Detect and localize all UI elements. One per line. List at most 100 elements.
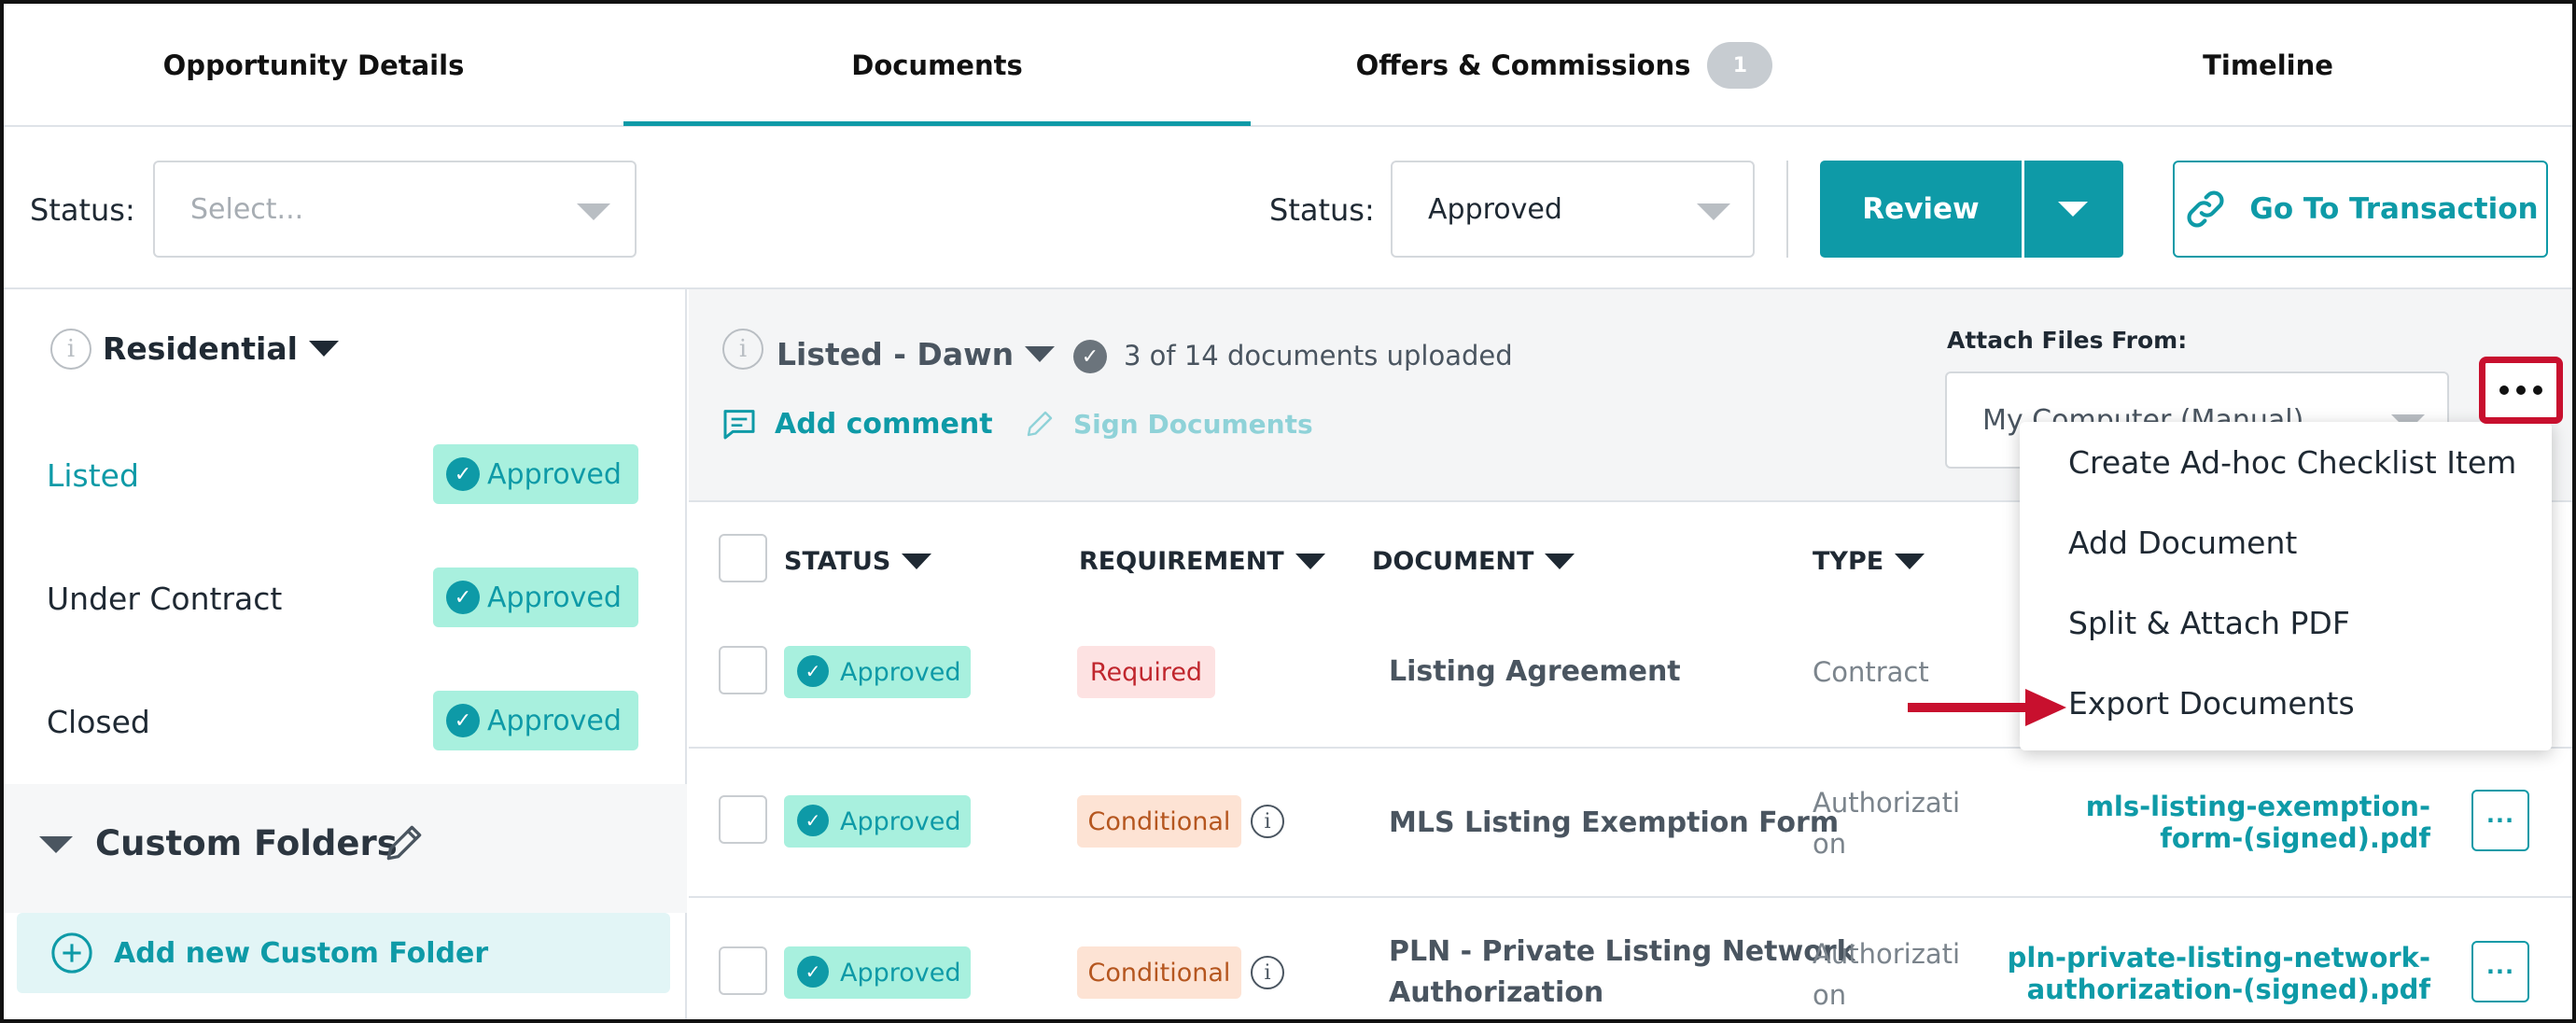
select-all-checkbox[interactable] <box>719 534 767 582</box>
document-name[interactable]: Listing Agreement <box>1389 652 1681 693</box>
upload-status: 3 of 14 documents uploaded <box>1124 340 1513 371</box>
check-circle-icon: ✓ <box>797 655 829 687</box>
folder-title: Listed - Dawn <box>777 336 1015 372</box>
tab-documents[interactable]: Documents <box>623 4 1251 127</box>
row-divider <box>689 896 2572 898</box>
comment-icon <box>723 410 755 440</box>
count-badge: 1 <box>1707 42 1773 89</box>
status-label: Approved <box>487 581 622 614</box>
sign-documents-label: Sign Documents <box>1073 408 1313 440</box>
requirement-badge: Required <box>1077 646 1215 698</box>
tab-label: Documents <box>851 49 1023 81</box>
go-to-transaction-button[interactable]: Go To Transaction <box>2173 161 2548 258</box>
pencil-icon[interactable] <box>381 820 427 866</box>
menu-item-export-documents[interactable]: Export Documents <box>2068 685 2355 722</box>
divider <box>1786 161 1788 258</box>
check-circle-icon: ✓ <box>446 581 480 614</box>
add-comment-button[interactable]: Add comment <box>721 405 993 442</box>
menu-item-split-attach[interactable]: Split & Attach PDF <box>2068 605 2350 641</box>
status-badge: ✓ Approved <box>433 691 638 750</box>
column-header-document[interactable]: DOCUMENT <box>1372 547 1575 576</box>
tab-bar: Opportunity Details Documents Offers & C… <box>4 4 2572 127</box>
column-header-type[interactable]: TYPE <box>1813 547 1925 576</box>
status-filter-label-2: Status: <box>1269 192 1375 228</box>
check-circle-icon: ✓ <box>446 457 480 491</box>
chevron-down-icon <box>2058 202 2088 217</box>
file-link-cont[interactable]: form-(signed).pdf <box>2020 820 2430 857</box>
column-header-requirement[interactable]: REQUIREMENT <box>1079 547 1325 576</box>
status-filter-select[interactable]: Select... <box>153 161 637 258</box>
column-header-status[interactable]: STATUS <box>784 547 932 576</box>
info-icon: i <box>722 329 763 370</box>
caret-down-icon <box>1545 554 1575 569</box>
folder-title-toggle[interactable]: Listed - Dawn <box>777 336 1056 372</box>
header-label: REQUIREMENT <box>1079 547 1284 576</box>
attach-files-label: Attach Files From: <box>1947 327 2188 354</box>
residential-group-toggle[interactable]: Residential <box>103 330 339 367</box>
status-label: Approved <box>840 958 961 988</box>
caret-down-icon <box>1025 346 1056 362</box>
chevron-down-icon <box>1697 203 1730 220</box>
add-custom-folder-button[interactable]: Add new Custom Folder <box>17 913 670 993</box>
dot <box>2499 385 2509 395</box>
check-circle-icon: ✓ <box>797 956 829 988</box>
info-icon: i <box>50 329 91 370</box>
tab-timeline[interactable]: Timeline <box>1878 4 2572 127</box>
app-window: Opportunity Details Documents Offers & C… <box>0 0 2576 1023</box>
more-actions-menu: Create Ad-hoc Checklist Item Add Documen… <box>2020 422 2552 750</box>
document-type: Authorizati <box>1813 787 1961 819</box>
status-label: Approved <box>487 457 622 491</box>
document-name[interactable]: PLN - Private Listing Network <box>1389 932 1855 973</box>
document-type: Authorizati <box>1813 938 1961 970</box>
document-type-cont: on <box>1813 979 1847 1011</box>
status-filter-select-2[interactable]: Approved <box>1391 161 1755 258</box>
status-badge: ✓ Approved <box>433 444 638 504</box>
tab-label: Offers & Commissions <box>1355 49 1691 81</box>
requirement-badge: Conditional <box>1077 795 1241 848</box>
chevron-down-icon <box>577 203 610 220</box>
document-type-cont: on <box>1813 828 1847 860</box>
dot <box>2533 385 2542 395</box>
header-label: TYPE <box>1813 547 1884 576</box>
plus-circle-icon <box>51 932 92 974</box>
menu-item-add-document[interactable]: Add Document <box>2068 525 2297 561</box>
check-circle-icon: ✓ <box>797 805 829 836</box>
info-icon[interactable]: i <box>1251 956 1284 989</box>
status-badge: ✓ Approved <box>784 646 971 698</box>
group-title: Residential <box>103 330 298 367</box>
row-more-button[interactable]: ··· <box>2471 941 2529 1002</box>
tab-label: Timeline <box>2203 49 2333 81</box>
file-link-cont[interactable]: authorization-(signed).pdf <box>1982 971 2430 1008</box>
sidebar-item-listed[interactable]: Listed <box>47 457 139 494</box>
review-button[interactable]: Review <box>1820 161 2022 258</box>
requirement-badge: Conditional <box>1077 946 1241 999</box>
sidebar-item-closed[interactable]: Closed <box>47 704 150 740</box>
caret-down-icon <box>39 836 73 853</box>
sidebar: i Residential Listed ✓ Approved Under Co… <box>4 289 687 1019</box>
row-more-button[interactable]: ··· <box>2471 790 2529 851</box>
header-label: STATUS <box>784 547 891 576</box>
sign-documents-button[interactable]: Sign Documents <box>1023 407 1313 441</box>
tab-opportunity-details[interactable]: Opportunity Details <box>4 4 623 127</box>
more-actions-button[interactable] <box>2479 357 2563 424</box>
caret-down-icon <box>902 554 932 569</box>
add-folder-label: Add new Custom Folder <box>114 936 489 970</box>
row-checkbox[interactable] <box>719 946 767 995</box>
go-to-transaction-label: Go To Transaction <box>2249 192 2539 226</box>
row-checkbox[interactable] <box>719 795 767 844</box>
tab-label: Opportunity Details <box>162 49 465 81</box>
custom-folders-header[interactable]: Custom Folders <box>4 784 687 913</box>
info-icon[interactable]: i <box>1251 805 1284 838</box>
select-value: Approved <box>1428 192 1562 226</box>
status-badge: ✓ Approved <box>784 795 971 848</box>
menu-item-create-adhoc[interactable]: Create Ad-hoc Checklist Item <box>2068 444 2516 481</box>
tab-offers-commissions[interactable]: Offers & Commissions 1 <box>1251 4 1878 127</box>
row-checkbox[interactable] <box>719 646 767 694</box>
caret-down-icon <box>308 341 339 357</box>
review-dropdown-button[interactable] <box>2024 161 2123 258</box>
sidebar-item-under-contract[interactable]: Under Contract <box>47 581 282 617</box>
document-name[interactable]: MLS Listing Exemption Form <box>1389 803 1839 844</box>
arrow-right-icon <box>1908 689 2066 726</box>
document-name-cont[interactable]: Authorization <box>1389 973 1603 1014</box>
custom-folders-title: Custom Folders <box>95 823 398 863</box>
